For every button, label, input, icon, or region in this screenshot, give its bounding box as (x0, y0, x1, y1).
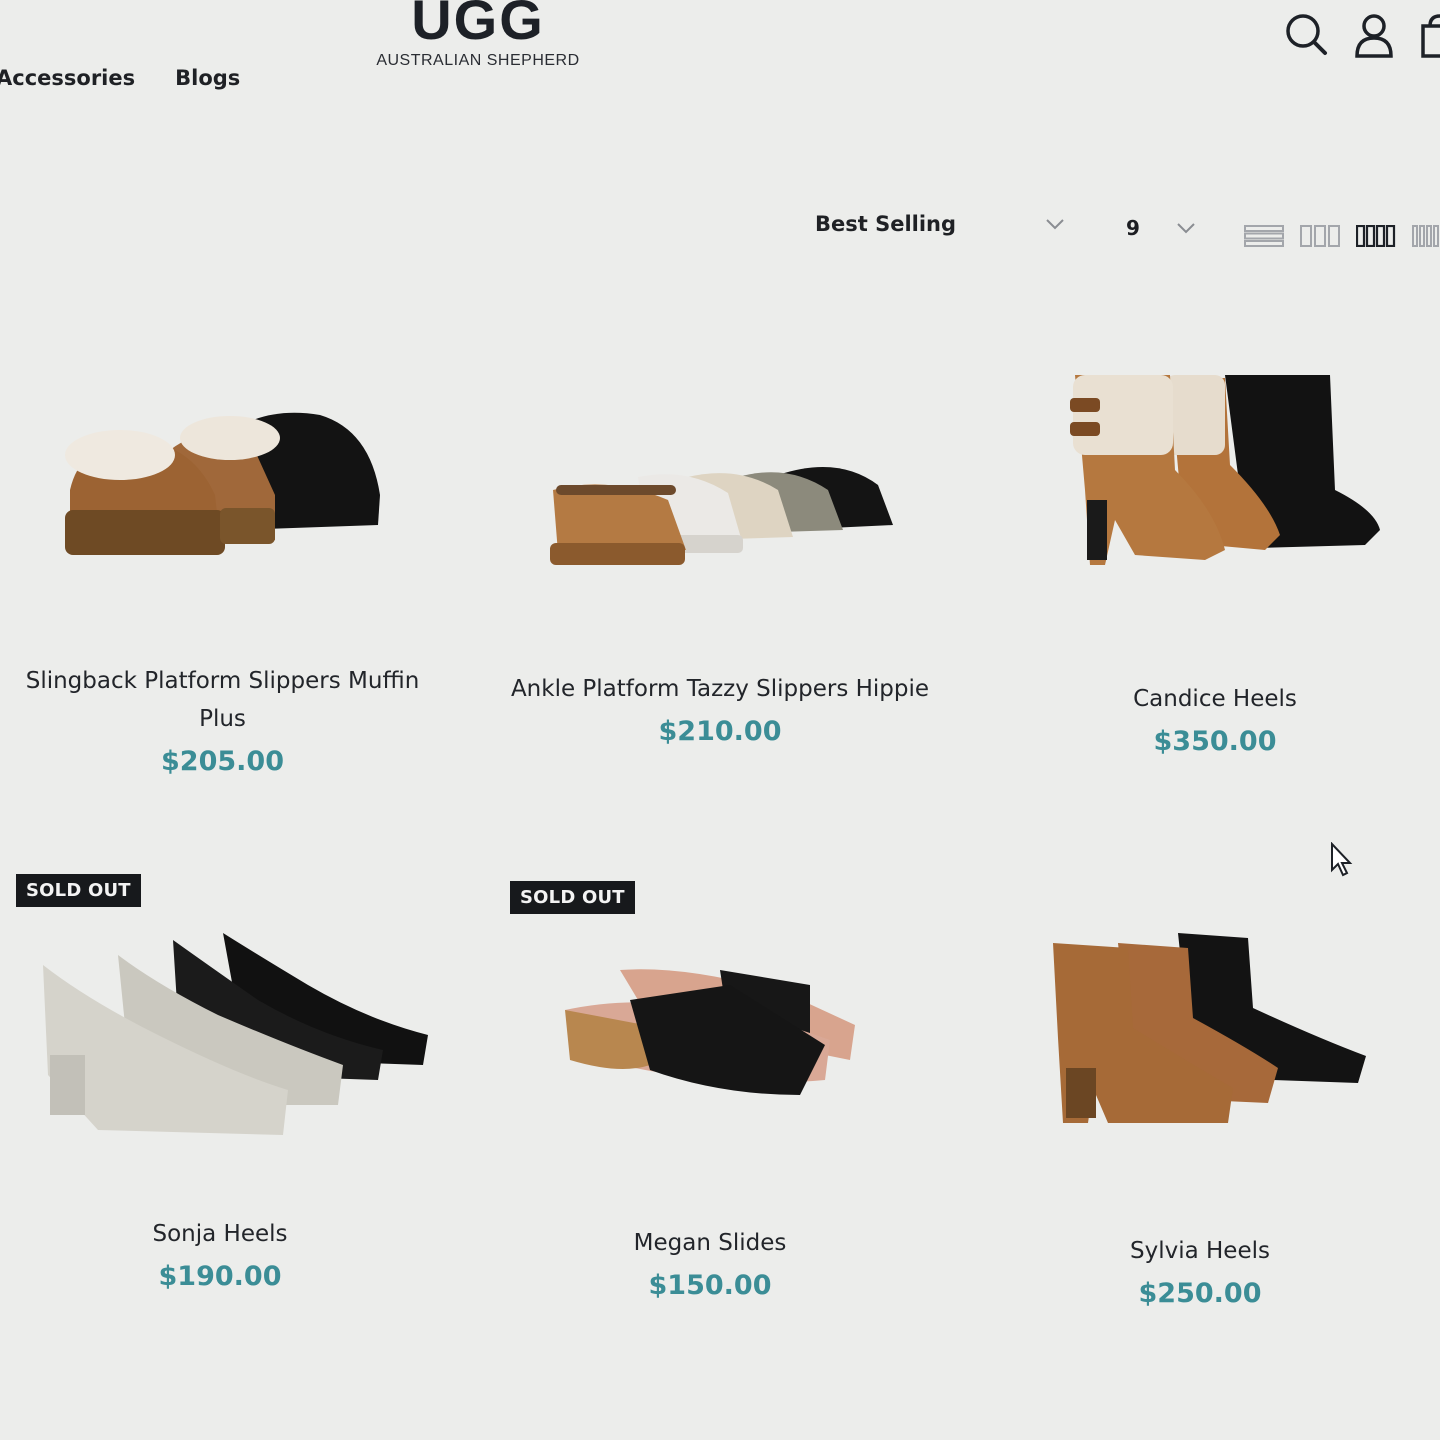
product-card[interactable]: Ankle Platform Tazzy Slippers Hippie $21… (510, 670, 930, 747)
product-title[interactable]: Sylvia Heels (990, 1232, 1410, 1270)
logo-tagline: AUSTRALIAN SHEPHERD (376, 52, 580, 69)
nav-item-accessories[interactable]: Accessories (0, 66, 135, 90)
list-view-icon[interactable] (1244, 224, 1284, 248)
per-page-select[interactable]: 9 (1126, 216, 1196, 240)
main-nav: Accessories Blogs (0, 66, 280, 90)
sort-select[interactable]: Best Selling (815, 212, 1065, 236)
product-image[interactable] (38, 925, 433, 1145)
product-price: $350.00 (1153, 726, 1277, 757)
product-price: $250.00 (1138, 1278, 1262, 1309)
view-toggles (1244, 224, 1440, 248)
product-image[interactable] (1065, 370, 1385, 580)
product-image[interactable] (60, 400, 390, 570)
product-title[interactable]: Sonja Heels (0, 1215, 440, 1253)
product-card[interactable]: Megan Slides $150.00 (500, 1224, 920, 1301)
product-price: $210.00 (658, 716, 782, 747)
mouse-cursor-icon (1330, 841, 1354, 882)
header-actions (1284, 12, 1440, 58)
product-card[interactable]: Sonja Heels $190.00 (0, 1215, 440, 1292)
product-card[interactable]: Slingback Platform Slippers Muffin Plus … (0, 662, 445, 777)
product-image[interactable] (1048, 928, 1368, 1133)
product-price: $150.00 (648, 1270, 772, 1301)
product-image[interactable] (560, 965, 860, 1110)
account-icon[interactable] (1354, 12, 1394, 58)
product-price: $205.00 (161, 746, 284, 777)
grid-3-icon[interactable] (1300, 224, 1340, 248)
chevron-down-icon (1045, 215, 1065, 234)
sort-label: Best Selling (815, 212, 957, 236)
product-image[interactable] (548, 455, 898, 575)
sold-out-badge: SOLD OUT (16, 874, 141, 907)
cart-icon[interactable] (1420, 12, 1440, 58)
product-title[interactable]: Megan Slides (500, 1224, 920, 1262)
product-card[interactable]: Sylvia Heels $250.00 (990, 1232, 1410, 1309)
product-title[interactable]: Ankle Platform Tazzy Slippers Hippie (510, 670, 930, 708)
grid-4-icon[interactable] (1356, 224, 1396, 248)
nav-item-blogs[interactable]: Blogs (175, 66, 240, 90)
brand-logo[interactable]: UGG AUSTRALIAN SHEPHERD (368, 0, 588, 70)
grid-5-icon[interactable] (1412, 224, 1440, 248)
per-page-value: 9 (1126, 216, 1140, 240)
logo-wordmark: UGG (411, 0, 545, 51)
search-icon[interactable] (1284, 12, 1328, 58)
sold-out-badge: SOLD OUT (510, 881, 635, 914)
chevron-down-icon (1176, 219, 1196, 238)
product-title[interactable]: Candice Heels (1005, 680, 1425, 718)
product-title[interactable]: Slingback Platform Slippers Muffin Plus (0, 662, 445, 738)
product-card[interactable]: Candice Heels $350.00 (1005, 680, 1425, 757)
product-price: $190.00 (158, 1261, 282, 1292)
